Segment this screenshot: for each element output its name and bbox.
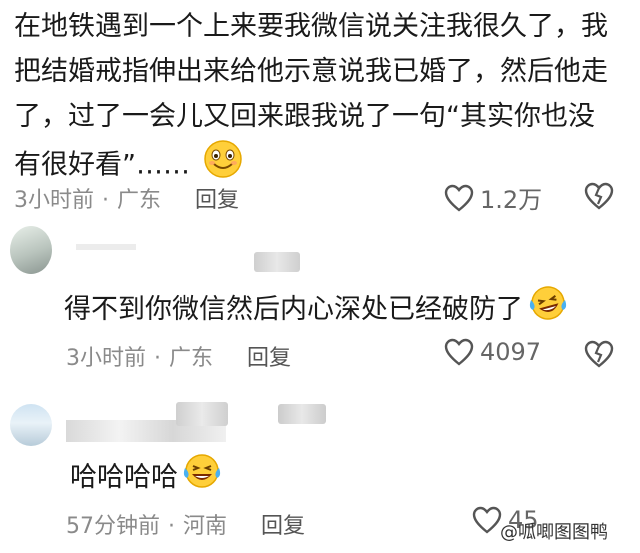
- post-like-count: 1.2万: [480, 186, 543, 214]
- comment1-like-button[interactable]: 4097: [444, 338, 541, 366]
- comment2-badge-blur-2: [278, 404, 326, 424]
- comment2-body: 哈哈哈哈: [70, 462, 178, 493]
- comment2-avatar[interactable]: [10, 404, 52, 446]
- comment1-location: 广东: [169, 346, 214, 371]
- post-dislike-button[interactable]: [584, 182, 614, 214]
- post-body: 在地铁遇到一个上来要我微信说关注我很久了，我把结婚戒指伸出来给他示意说我已婚了，…: [14, 11, 608, 181]
- comment1-badge-blur: [254, 252, 300, 272]
- comment1-reply-button[interactable]: 回复: [247, 346, 291, 371]
- comment2-text: 哈哈哈哈: [70, 452, 222, 497]
- comment1-text: 得不到你微信然后内心深处已经破防了: [64, 284, 569, 329]
- broken-heart-icon: [584, 340, 614, 368]
- separator-dot: ·: [154, 346, 161, 371]
- post-text: 在地铁遇到一个上来要我微信说关注我很久了，我把结婚戒指伸出来给他示意说我已婚了，…: [14, 4, 614, 193]
- comment1-avatar[interactable]: [10, 226, 52, 274]
- watermark: @呱唧图图鸭: [500, 518, 608, 544]
- heart-icon: [444, 338, 474, 366]
- comment2-badge-blur-1: [176, 402, 228, 426]
- heart-icon: [472, 506, 502, 534]
- comment1-body: 得不到你微信然后内心深处已经破防了: [64, 294, 523, 325]
- laughing-crying-emoji-icon: [182, 452, 222, 497]
- comment2-reply-button[interactable]: 回复: [261, 514, 305, 539]
- comment1-username-blur: [76, 244, 136, 250]
- comment1-dislike-button[interactable]: [584, 340, 614, 372]
- comment1-like-count: 4097: [480, 338, 542, 366]
- post-time: 3小时前: [14, 188, 94, 213]
- watermark-text: @呱唧图图鸭: [500, 522, 608, 543]
- comment2-time: 57分钟前: [66, 514, 160, 539]
- heart-icon: [444, 184, 474, 212]
- separator-dot: ·: [168, 514, 175, 539]
- comment2-meta: 57分钟前 · 河南 回复: [66, 508, 305, 540]
- separator-dot: ·: [102, 188, 109, 213]
- comment2-location: 河南: [183, 514, 228, 539]
- broken-heart-icon: [584, 182, 614, 210]
- comment1-meta: 3小时前 · 广东 回复: [66, 340, 291, 372]
- laughing-crying-emoji-icon: [527, 284, 569, 329]
- post-like-button[interactable]: 1.2万: [444, 180, 542, 215]
- post-location: 广东: [117, 188, 162, 213]
- post-meta: 3小时前 · 广东 回复: [14, 182, 239, 214]
- post-reply-button[interactable]: 回复: [195, 188, 239, 213]
- comment1-time: 3小时前: [66, 346, 146, 371]
